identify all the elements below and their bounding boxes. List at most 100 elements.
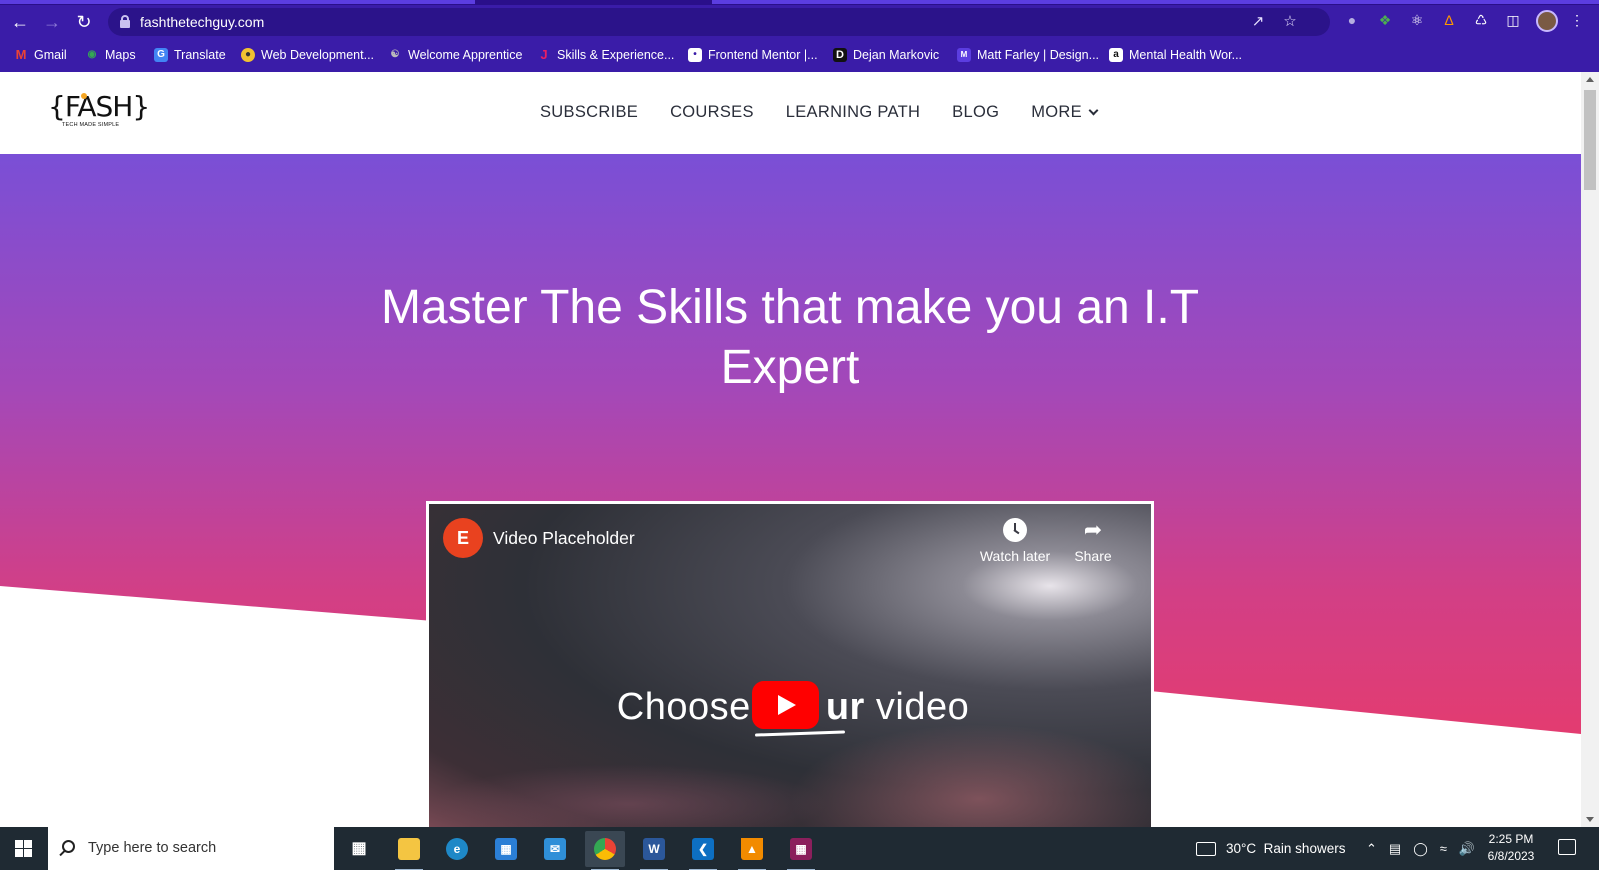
address-row: ← → ↻ fashthetechguy.com ↗ ☆ ● ❖ ⚛ Δ ♺ ◫… <box>0 6 1599 38</box>
browser-menu-icon[interactable]: ⋮ <box>1568 11 1586 29</box>
bookmark-label: Matt Farley | Design... <box>977 48 1100 62</box>
bookmark-star-icon[interactable]: ☆ <box>1280 12 1300 32</box>
share-page-icon[interactable]: ↗ <box>1248 12 1268 32</box>
task-view-button[interactable]: ▦ <box>339 831 379 867</box>
nav-subscribe[interactable]: SUBSCRIBE <box>540 103 638 122</box>
start-button[interactable] <box>0 827 46 870</box>
bookmark-dejan-markovic[interactable]: D Dejan Markovic <box>833 46 939 64</box>
page-scrollbar[interactable] <box>1581 72 1599 827</box>
bookmarks-bar: M Gmail ◉ Maps G Translate ● Web Develop… <box>0 42 1599 68</box>
word-icon: W <box>643 838 665 860</box>
taskbar-winrar[interactable]: ▦ <box>781 831 821 870</box>
elementor-logo-icon[interactable]: E <box>443 518 483 558</box>
volume-icon[interactable]: 🔊 <box>1459 841 1475 857</box>
scrollbar-thumb[interactable] <box>1584 90 1596 190</box>
translate-icon: G <box>154 48 168 62</box>
meet-now-icon[interactable]: ◯ <box>1413 841 1428 857</box>
nav-courses[interactable]: COURSES <box>670 103 754 122</box>
bookmark-web-development[interactable]: ● Web Development... <box>241 46 374 64</box>
forward-arrow-icon[interactable]: → <box>40 10 64 34</box>
weather-widget[interactable]: 30°C Rain showers <box>1196 827 1345 870</box>
network-adapter-icon[interactable]: ▤ <box>1389 841 1401 857</box>
amazon-icon: a <box>1109 48 1123 62</box>
bookmark-translate[interactable]: G Translate <box>154 46 226 64</box>
lock-icon <box>120 15 130 28</box>
reload-icon[interactable]: ↻ <box>72 10 96 34</box>
watch-later-label: Watch later <box>979 548 1051 564</box>
taskbar-vlc[interactable]: ▲ <box>732 831 772 870</box>
nav-learning-path[interactable]: LEARNING PATH <box>786 103 920 122</box>
bookmark-matt-farley[interactable]: M Matt Farley | Design... <box>957 46 1099 64</box>
bookmark-label: Translate <box>174 48 226 62</box>
bookmark-label: Mental Health Wor... <box>1129 48 1243 62</box>
extensions-puzzle-icon[interactable]: ♺ <box>1472 11 1490 29</box>
bookmark-frontend-mentor[interactable]: • Frontend Mentor |... <box>688 46 818 64</box>
windows-taskbar: Type here to search ▦ e ▦ ✉ W ❮ ▲ ▦ 30°C… <box>0 827 1599 870</box>
logo-tagline: TECH MADE SIMPLE <box>62 122 120 128</box>
d-logo-icon: D <box>833 48 847 62</box>
taskbar-vscode[interactable]: ❮ <box>683 831 723 870</box>
taskbar-file-explorer[interactable] <box>389 831 429 870</box>
site-logo[interactable]: {FASH} TECH MADE SIMPLE <box>48 90 150 134</box>
apprentice-icon: ☯ <box>390 49 400 60</box>
video-player[interactable]: E Video Placeholder Watch later ➦ Share … <box>426 501 1154 827</box>
profile-avatar[interactable] <box>1536 10 1558 32</box>
watch-later-button[interactable]: Watch later <box>975 518 1055 564</box>
bookmark-label: Maps <box>105 48 136 62</box>
bookmark-label: Welcome Apprentice <box>408 48 523 62</box>
scroll-down-icon[interactable] <box>1586 817 1594 822</box>
thumbnail-text-part: video <box>875 686 970 728</box>
play-button-icon[interactable] <box>752 681 819 729</box>
video-cloud-glow <box>789 724 1151 827</box>
hero-title: Master The Skills that make you an I.T E… <box>380 281 1200 394</box>
clock-icon <box>1003 518 1027 542</box>
taskbar-store[interactable]: ▦ <box>486 831 526 867</box>
search-placeholder: Type here to search <box>88 840 217 856</box>
wifi-icon[interactable]: ≈ <box>1440 841 1447 856</box>
time-text: 2:25 PM <box>1488 832 1534 846</box>
chevron-up-icon[interactable]: ⌃ <box>1366 841 1377 857</box>
taskbar-word[interactable]: W <box>634 831 674 870</box>
nav-more-label: MORE <box>1031 103 1082 121</box>
bookmark-gmail[interactable]: M Gmail <box>14 46 67 64</box>
system-tray: ⌃ ▤ ◯ ≈ 🔊 <box>1366 827 1475 870</box>
web-dev-icon: ● <box>241 48 255 62</box>
bookmark-label: Skills & Experience... <box>557 48 675 62</box>
url-text[interactable]: fashthetechguy.com <box>140 14 264 30</box>
taskbar-chrome[interactable] <box>585 831 625 870</box>
bookmark-mental-health[interactable]: a Mental Health Wor... <box>1109 46 1242 64</box>
back-arrow-icon[interactable]: ← <box>8 10 32 34</box>
hero-section: Master The Skills that make you an I.T E… <box>0 154 1581 827</box>
notification-icon[interactable] <box>1558 839 1576 855</box>
scroll-up-icon[interactable] <box>1586 77 1594 82</box>
bookmark-label: Frontend Mentor |... <box>708 48 818 62</box>
address-bar[interactable]: fashthetechguy.com ↗ ☆ <box>108 8 1330 36</box>
bookmark-maps[interactable]: ◉ Maps <box>85 46 136 64</box>
mf-logo-icon: M <box>957 48 971 62</box>
share-label: Share <box>1074 548 1112 564</box>
extension-react-icon[interactable]: ⚛ <box>1408 11 1426 29</box>
site-header: {FASH} TECH MADE SIMPLE SUBSCRIBE COURSE… <box>0 72 1581 154</box>
video-title[interactable]: Video Placeholder <box>493 528 635 549</box>
taskbar-edge[interactable]: e <box>437 831 477 867</box>
bookmark-welcome-apprentice[interactable]: ☯ Welcome Apprentice <box>388 46 523 64</box>
taskbar-mail[interactable]: ✉ <box>535 831 575 867</box>
edge-icon: e <box>446 838 468 860</box>
nav-more[interactable]: MORE <box>1031 103 1099 122</box>
date-text: 6/8/2023 <box>1487 849 1535 863</box>
winrar-icon: ▦ <box>790 838 812 860</box>
windows-logo-icon <box>15 840 32 857</box>
taskbar-search[interactable]: Type here to search <box>48 827 334 870</box>
extension-a-icon[interactable]: Δ <box>1440 11 1458 29</box>
nav-blog[interactable]: BLOG <box>952 103 999 122</box>
side-panel-icon[interactable]: ◫ <box>1504 11 1522 29</box>
clock[interactable]: 2:25 PM 6/8/2023 <box>1476 831 1546 865</box>
bookmark-skills-experience[interactable]: J Skills & Experience... <box>537 46 674 64</box>
extension-bulb-icon[interactable]: ● <box>1343 11 1361 29</box>
weather-text: 30°C Rain showers <box>1226 841 1346 856</box>
chrome-icon <box>594 838 616 860</box>
logo-text: {FASH} <box>48 90 150 123</box>
share-button[interactable]: ➦ Share <box>1053 518 1133 565</box>
folder-icon <box>398 838 420 860</box>
extension-color-icon[interactable]: ❖ <box>1376 11 1394 29</box>
